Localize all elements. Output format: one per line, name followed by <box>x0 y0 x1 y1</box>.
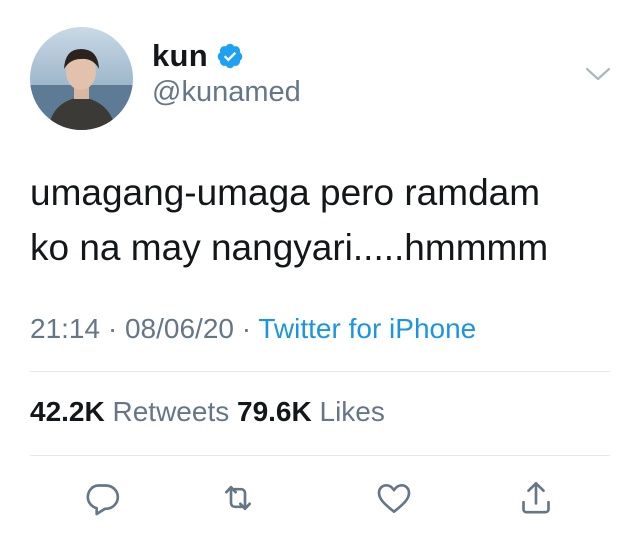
likes-count: 79.6K <box>237 396 312 427</box>
likes-stat[interactable]: 79.6K Likes <box>237 396 385 427</box>
likes-label: Likes <box>319 396 385 427</box>
reply-button[interactable] <box>80 478 124 522</box>
tweet-actions <box>0 478 640 522</box>
tweet-source-link[interactable]: Twitter for iPhone <box>258 313 476 344</box>
avatar[interactable] <box>30 27 133 130</box>
tweet-meta: 21:14 · 08/06/20 · Twitter for iPhone <box>30 313 476 345</box>
user-name-row: kun <box>152 38 244 74</box>
share-button[interactable] <box>514 478 558 522</box>
retweet-button[interactable] <box>216 478 260 522</box>
tweet-date[interactable]: 08/06/20 <box>125 313 234 344</box>
divider <box>30 455 610 456</box>
tweet-stats: 42.2K Retweets 79.6K Likes <box>30 396 385 428</box>
retweets-label: Retweets <box>112 396 230 427</box>
reply-icon <box>82 478 122 523</box>
retweets-count: 42.2K <box>30 396 105 427</box>
retweet-icon <box>218 478 258 523</box>
like-button[interactable] <box>372 478 416 522</box>
heart-icon <box>374 478 414 523</box>
retweets-stat[interactable]: 42.2K Retweets <box>30 396 229 427</box>
divider <box>30 371 610 372</box>
verified-badge-icon <box>216 42 244 70</box>
tweet-text: umagang-umaga pero ramdam ko na may nang… <box>30 165 620 275</box>
tweet-text-line: ko na may nangyari.....hmmmm <box>30 227 549 268</box>
display-name[interactable]: kun <box>152 38 208 74</box>
tweet-time[interactable]: 21:14 <box>30 313 100 344</box>
meta-separator: · <box>241 313 252 344</box>
user-handle[interactable]: @kunamed <box>152 76 301 109</box>
tweet-text-line: umagang-umaga pero ramdam <box>30 172 541 213</box>
share-icon <box>516 478 556 523</box>
chevron-down-icon[interactable] <box>584 64 612 84</box>
meta-separator: · <box>107 313 118 344</box>
